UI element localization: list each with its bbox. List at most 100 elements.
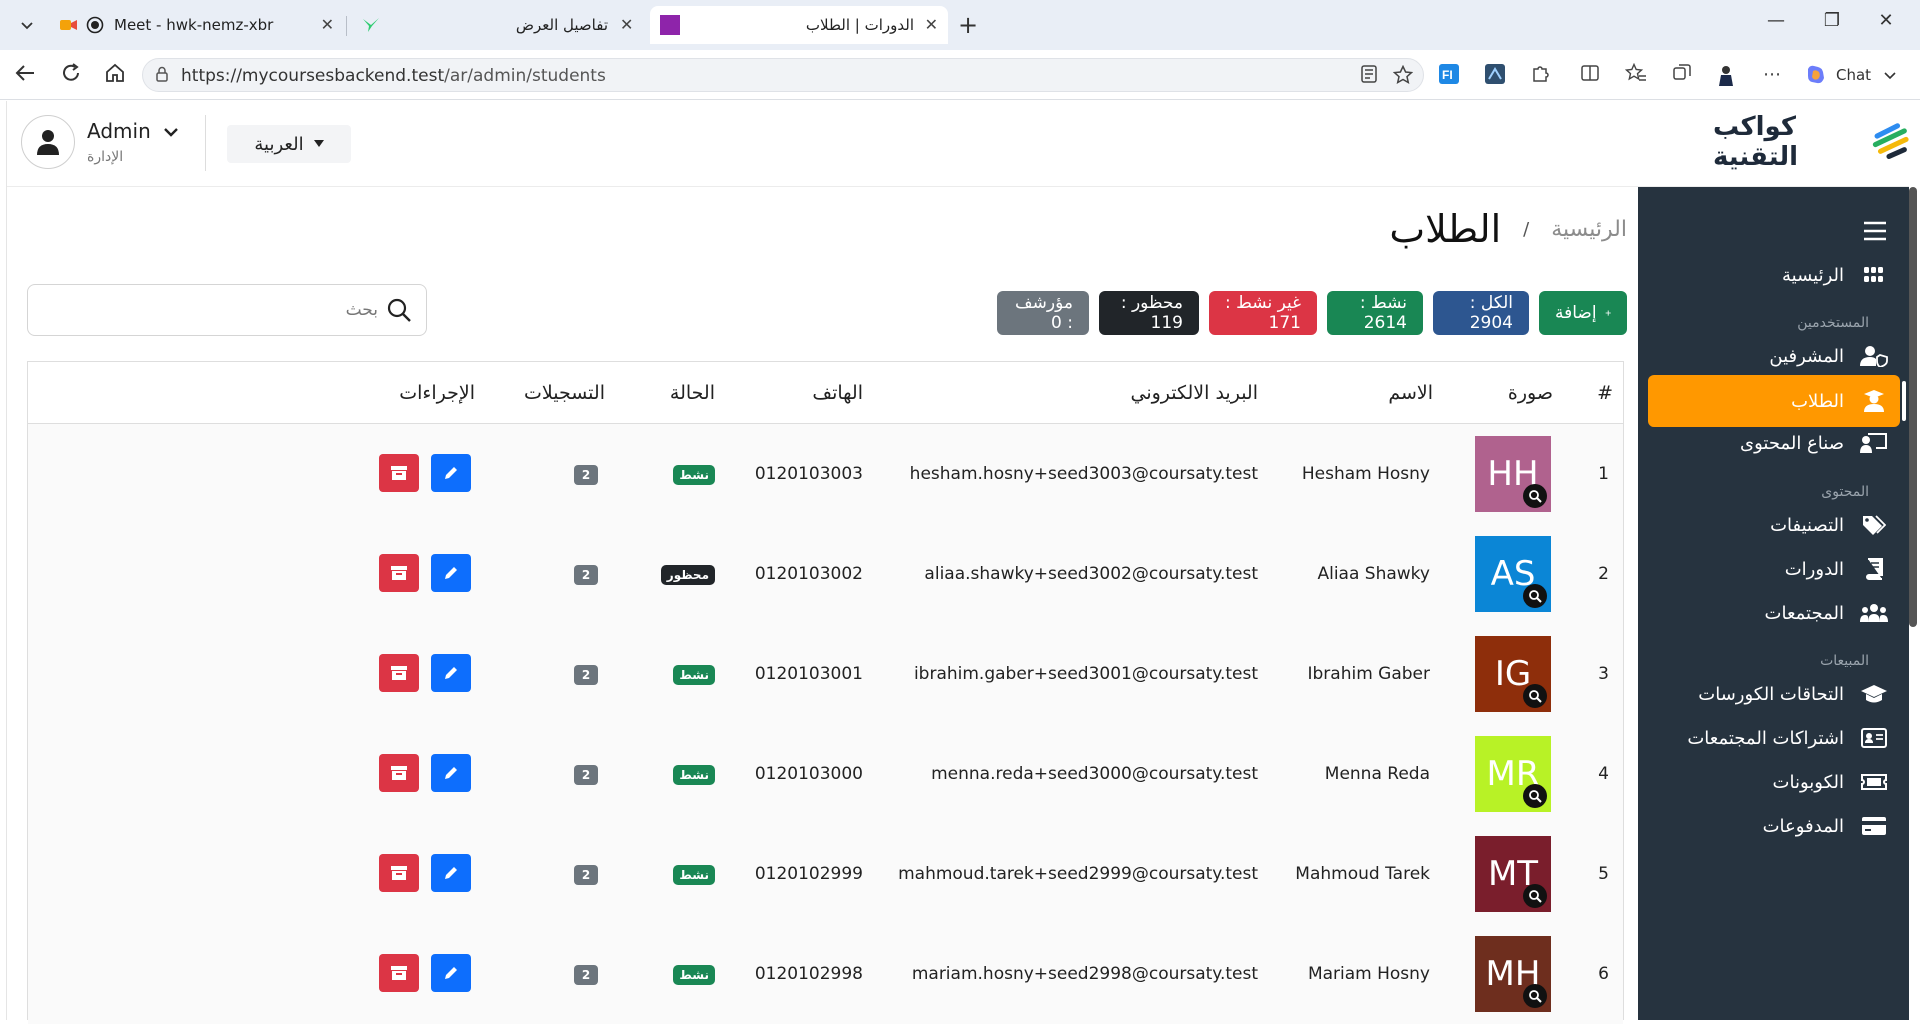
zoom-icon[interactable]: [1523, 784, 1547, 808]
language-dropdown[interactable]: العربية: [227, 125, 351, 163]
archive-button[interactable]: [379, 554, 419, 592]
back-button[interactable]: [12, 62, 38, 88]
filter-banned-button[interactable]: محظور : 119: [1099, 291, 1199, 335]
extension-network-icon[interactable]: [1483, 63, 1507, 87]
row-index: 5: [1598, 864, 1609, 884]
sidebar-section-users: المستخدمين: [1797, 315, 1869, 331]
copilot-chat-button[interactable]: Chat: [1804, 60, 1898, 90]
sidebar-item-content-creators[interactable]: صناع المحتوى: [1648, 417, 1900, 469]
edit-button[interactable]: [431, 754, 471, 792]
address-bar[interactable]: https://mycoursesbackend.test/ar/admin/s…: [142, 58, 1424, 92]
browser-toolbar: https://mycoursesbackend.test/ar/admin/s…: [0, 50, 1920, 100]
edit-button[interactable]: [431, 554, 471, 592]
minimize-button[interactable]: —: [1756, 10, 1796, 31]
archive-button[interactable]: [379, 654, 419, 692]
student-phone: 0120102998: [754, 964, 863, 984]
page-scrollbar[interactable]: [1909, 187, 1917, 627]
filter-inactive-button[interactable]: غير نشط : 171: [1209, 291, 1317, 335]
home-button[interactable]: [102, 62, 128, 88]
close-icon[interactable]: ✕: [620, 15, 633, 34]
student-photo[interactable]: MR: [1475, 736, 1551, 812]
zoom-icon[interactable]: [1523, 884, 1547, 908]
filter-active-button[interactable]: نشط : 2614: [1327, 291, 1423, 335]
archive-button[interactable]: [379, 854, 419, 892]
student-photo[interactable]: MH: [1475, 936, 1551, 1012]
table-row: 4 MR Menna Reda menna.reda+seed3000@cour…: [28, 724, 1623, 824]
chevron-down-icon: [21, 22, 33, 30]
zoom-icon[interactable]: [1523, 484, 1547, 508]
tab-students-active[interactable]: الدورات | الطلاب ✕: [650, 6, 948, 44]
table-row: 2 AS Aliaa Shawky aliaa.shawky+seed3002@…: [28, 524, 1623, 624]
chevron-down-icon: [1884, 72, 1896, 80]
table-row: 3 IG Ibrahim Gaber ibrahim.gaber+seed300…: [28, 624, 1623, 724]
breadcrumb-separator: /: [1523, 218, 1530, 240]
edit-button[interactable]: [431, 954, 471, 992]
record-icon: [86, 16, 104, 34]
student-email: ibrahim.gaber+seed3001@coursaty.test: [913, 664, 1258, 684]
more-menu-icon[interactable]: ⋯: [1760, 63, 1784, 87]
tab-search-dropdown[interactable]: [12, 10, 42, 40]
pencil-icon: [445, 967, 457, 979]
user-menu[interactable]: Admin: [87, 119, 179, 143]
row-index: 3: [1598, 664, 1609, 684]
student-name: Menna Reda: [1324, 764, 1430, 784]
user-avatar[interactable]: [21, 115, 75, 169]
student-name: Mahmoud Tarek: [1295, 864, 1430, 884]
close-window-button[interactable]: ✕: [1866, 10, 1906, 31]
favorites-icon[interactable]: [1624, 62, 1648, 87]
column-header-name: الاسم: [1388, 382, 1433, 404]
tab-title: Meet - hwk-nemz-xbr: [114, 16, 274, 34]
edit-button[interactable]: [431, 654, 471, 692]
edit-button[interactable]: [431, 454, 471, 492]
status-badge: نشط: [673, 765, 715, 785]
filter-archived-button[interactable]: مؤرشف : 0: [997, 291, 1089, 335]
close-icon[interactable]: ✕: [321, 15, 334, 34]
tab-meet[interactable]: Meet - hwk-nemz-xbr ✕: [48, 6, 344, 44]
tab-offer-details[interactable]: تفاصيل العرض ✕: [350, 6, 646, 44]
student-email: menna.reda+seed3000@coursaty.test: [931, 764, 1258, 784]
zoom-icon[interactable]: [1523, 984, 1547, 1008]
enrollments-count-badge: 2: [574, 865, 598, 885]
archive-button[interactable]: [379, 454, 419, 492]
maximize-button[interactable]: ❐: [1812, 10, 1852, 31]
sidebar-item-communities[interactable]: المجتمعات: [1648, 587, 1900, 639]
search-input[interactable]: بحث: [27, 284, 427, 336]
new-tab-button[interactable]: +: [958, 11, 978, 39]
sidebar-item-label: الطلاب: [1791, 390, 1844, 412]
zoom-icon[interactable]: [1523, 584, 1547, 608]
breadcrumb-home-link[interactable]: الرئيسية: [1551, 217, 1627, 242]
sidebar-item-payments[interactable]: المدفوعات: [1648, 800, 1900, 852]
arrow-left-icon: [15, 65, 34, 81]
brand-logo[interactable]: كواكب التقنية: [1713, 112, 1909, 172]
reader-mode-icon[interactable]: [1361, 65, 1377, 88]
filter-all-button[interactable]: الكل : 2904: [1433, 291, 1529, 335]
hamburger-menu-icon[interactable]: [1863, 215, 1887, 248]
archive-icon: [391, 466, 407, 480]
student-photo[interactable]: IG: [1475, 636, 1551, 712]
star-icon[interactable]: [1392, 64, 1414, 90]
split-screen-icon[interactable]: [1578, 63, 1602, 87]
student-photo[interactable]: MT: [1475, 836, 1551, 912]
zoom-icon[interactable]: [1523, 684, 1547, 708]
extensions-puzzle-icon[interactable]: [1528, 63, 1552, 87]
enrollments-count-badge: 2: [574, 565, 598, 585]
sidebar-item-label: صناع المحتوى: [1740, 432, 1844, 454]
archive-button[interactable]: [379, 954, 419, 992]
sidebar-item-home[interactable]: الرئيسية: [1648, 249, 1900, 301]
admin-app: Admin الإدارة العربية كواكب التقنية الرئ…: [6, 101, 1917, 1024]
add-student-button[interactable]: إضافة: [1539, 291, 1627, 335]
sidebar-item-label: المشرفين: [1769, 345, 1844, 367]
collections-icon[interactable]: [1670, 63, 1694, 87]
profile-avatar-icon[interactable]: [1714, 63, 1738, 87]
student-photo[interactable]: HH: [1475, 436, 1551, 512]
plus-icon: [1605, 310, 1611, 316]
extension-fi-icon[interactable]: FI: [1437, 63, 1461, 87]
student-phone: 0120103000: [754, 764, 863, 784]
archive-icon: [391, 666, 407, 680]
pencil-icon: [445, 467, 457, 479]
close-icon[interactable]: ✕: [925, 15, 938, 34]
edit-button[interactable]: [431, 854, 471, 892]
reload-button[interactable]: [58, 62, 84, 88]
student-photo[interactable]: AS: [1475, 536, 1551, 612]
archive-button[interactable]: [379, 754, 419, 792]
